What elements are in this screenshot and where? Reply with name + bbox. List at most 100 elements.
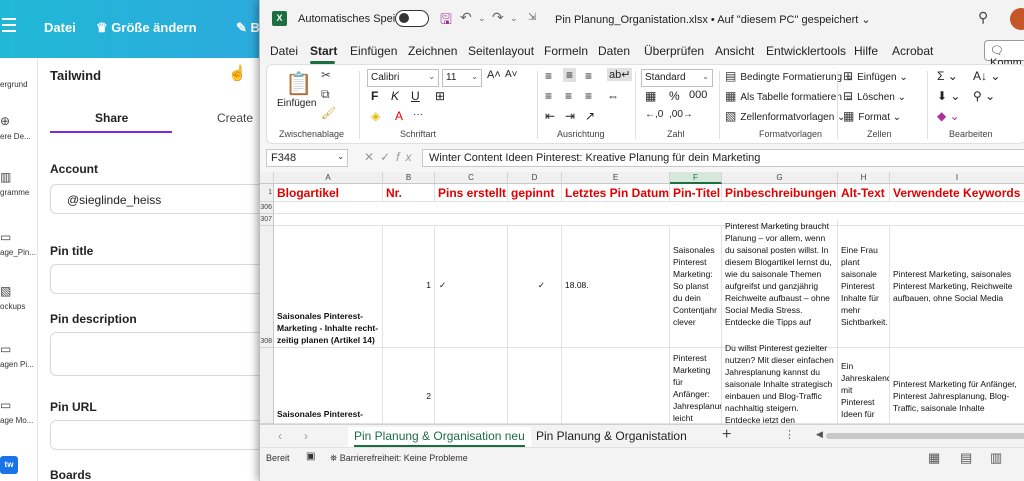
empty-row[interactable] (274, 214, 1024, 226)
undo-icon[interactable]: ↶ (460, 9, 472, 26)
pin-url-field[interactable] (50, 420, 270, 450)
add-sheet-icon[interactable]: + (722, 426, 731, 444)
decrease-decimal-icon[interactable]: ,00→ (669, 109, 693, 120)
merge-cells-icon[interactable]: ⇔ (607, 89, 619, 103)
redo-icon[interactable]: ↷ (492, 9, 504, 26)
canva-file-menu[interactable]: Datei (44, 20, 76, 35)
cell-styles-button[interactable]: ▧ Zellenformatvorlagen ⌄ (725, 109, 845, 123)
canva-resize-button[interactable]: ♛ Größe ändern (96, 20, 197, 36)
pin-title-field[interactable] (50, 264, 270, 294)
autosum-icon[interactable]: Σ ⌄ (937, 69, 958, 83)
column-header[interactable]: I (890, 172, 1024, 184)
paste-button[interactable]: Einfügen (277, 98, 316, 109)
header-cell[interactable]: gepinnt (508, 184, 562, 202)
alt-text-cell[interactable]: Ein Jahreskalender mit Pinterest Ideen f… (838, 348, 890, 424)
pin-description-cell[interactable]: Pinterest Marketing braucht Planung – vo… (722, 220, 838, 348)
column-header[interactable]: B (383, 172, 435, 184)
align-left-icon[interactable]: ≡ (545, 89, 552, 103)
last-pin-date-cell[interactable] (562, 348, 670, 424)
column-header[interactable]: C (435, 172, 508, 184)
undo-dropdown-icon[interactable]: ⌄ (478, 13, 486, 24)
tab-entwicklertools[interactable]: Entwicklertools (766, 44, 846, 58)
italic-icon[interactable]: K (391, 89, 399, 103)
select-all-corner[interactable] (260, 172, 274, 184)
sidebar-item-programs[interactable]: ▥ gramme (0, 170, 38, 197)
increase-decimal-icon[interactable]: ←,0 (645, 109, 663, 120)
account-field[interactable]: @sieglinde_heiss (50, 184, 270, 214)
header-cell[interactable]: Blogartikel (274, 184, 383, 202)
underline-icon[interactable]: U (411, 89, 420, 103)
normal-view-icon[interactable]: ▦ (928, 450, 940, 466)
tab-acrobat[interactable]: Acrobat (892, 44, 933, 58)
header-cell[interactable]: Letztes Pin Datum (562, 184, 670, 202)
paste-icon[interactable]: 📋 (285, 71, 312, 97)
sidebar-item-images-pin[interactable]: ▭ agen Pi... (0, 342, 38, 369)
tab-seitenlayout[interactable]: Seitenlayout (468, 44, 534, 58)
customize-toolbar-icon[interactable]: ⇲ (528, 12, 536, 23)
sidebar-item-background[interactable]: ergrund (0, 80, 38, 89)
delete-cells-button[interactable]: ⊟ Löschen ⌄ (843, 89, 906, 103)
pin-description-field[interactable] (50, 332, 270, 376)
insert-cells-button[interactable]: ⊞ Einfügen ⌄ (843, 69, 908, 83)
orientation-icon[interactable]: ↗ (585, 109, 595, 123)
sidebar-item-image-pin[interactable]: ▭ age_Pin... (0, 230, 38, 257)
pinned-cell[interactable]: ✓ (508, 226, 562, 348)
column-header[interactable]: A (274, 172, 383, 184)
pins-created-cell[interactable]: ✓ (435, 226, 508, 348)
column-header[interactable]: G (722, 172, 838, 184)
copy-icon[interactable]: ⧉ (321, 87, 330, 102)
column-header[interactable]: D (508, 172, 562, 184)
accounting-format-icon[interactable]: ▦ (645, 89, 656, 103)
pin-title-cell[interactable]: Saisonales Pinterest Marketing: So plans… (670, 226, 722, 348)
tab-share[interactable]: Share (95, 111, 128, 125)
page-layout-view-icon[interactable]: ▤ (960, 450, 972, 466)
blog-article-cell[interactable]: Saisonales Pinterest-Marketing - Inhalte… (274, 226, 383, 348)
shrink-font-icon[interactable]: A˅ (505, 69, 518, 80)
format-painter-icon[interactable]: 🖌 (321, 106, 336, 120)
column-header[interactable]: H (838, 172, 890, 184)
wrap-text-icon[interactable]: ab↵ (607, 68, 633, 81)
align-right-icon[interactable]: ≡ (585, 89, 592, 103)
pin-title-cell[interactable]: Pinterest Marketing für Anfänger: Jahres… (670, 348, 722, 424)
keywords-cell[interactable]: Pinterest Marketing für Anfänger, Pinter… (890, 348, 1024, 424)
fx-icon[interactable]: fx (396, 150, 417, 164)
sidebar-item-image-mockup[interactable]: ▭ age Mo... (0, 398, 38, 425)
tab-ansicht[interactable]: Ansicht (715, 44, 754, 58)
blog-article-cell[interactable]: Saisonales Pinterest- (274, 348, 383, 424)
search-icon[interactable]: ⚲ (978, 9, 988, 26)
header-cell[interactable]: Verwendete Keywords (890, 184, 1024, 202)
percent-icon[interactable]: % (669, 89, 680, 103)
decrease-indent-icon[interactable]: ⇤ (545, 109, 555, 123)
spreadsheet-grid[interactable]: A B C D E F G H I 1 306 307 308 Blogarti… (260, 172, 1024, 424)
tailwind-app-icon[interactable]: tw (0, 456, 18, 474)
tab-datei[interactable]: Datei (270, 44, 298, 58)
pinned-cell[interactable] (508, 348, 562, 424)
column-header[interactable]: E (562, 172, 670, 184)
avatar[interactable] (1010, 8, 1024, 30)
scroll-left-icon[interactable]: ◀ (816, 429, 823, 440)
more-options-icon[interactable]: ··· (413, 109, 423, 120)
menu-icon[interactable] (2, 18, 16, 36)
align-bottom-icon[interactable]: ≡ (585, 69, 592, 83)
sidebar-item-designs[interactable]: ⊕ ere De... (0, 114, 38, 141)
header-cell[interactable]: Alt-Text (838, 184, 890, 202)
macro-record-icon[interactable]: ▣ (306, 451, 315, 462)
column-header-selected[interactable]: F (670, 172, 722, 184)
row-header[interactable] (260, 348, 274, 424)
header-cell[interactable]: Pinbeschreibungen (722, 184, 838, 202)
increase-indent-icon[interactable]: ⇥ (565, 109, 575, 123)
keywords-cell[interactable]: Pinterest Marketing, saisonales Pinteres… (890, 226, 1024, 348)
tab-create[interactable]: Create (217, 111, 253, 125)
page-break-view-icon[interactable]: ▥ (990, 450, 1002, 466)
fill-icon[interactable]: ⬇ ⌄ (937, 89, 960, 103)
tab-ueberpruefen[interactable]: Überprüfen (644, 44, 704, 58)
last-pin-date-cell[interactable]: 18.08. (562, 226, 670, 348)
number-cell[interactable]: 2 (383, 348, 435, 424)
thousands-separator-icon[interactable]: 000 (689, 89, 707, 101)
confirm-icon[interactable]: ✓ (380, 150, 396, 164)
empty-row[interactable] (274, 202, 1024, 214)
sheet-tab[interactable]: Pin Planung & Organistation (530, 427, 693, 447)
tab-daten[interactable]: Daten (598, 44, 630, 58)
align-middle-icon[interactable]: ≡ (563, 68, 577, 82)
tab-start[interactable]: Start (310, 44, 337, 58)
